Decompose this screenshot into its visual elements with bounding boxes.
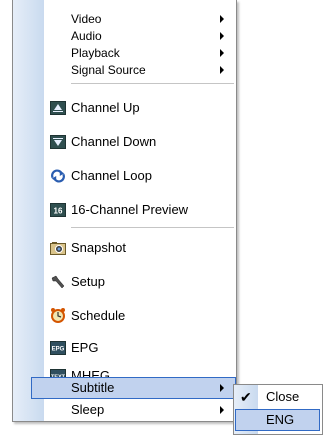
submenu-arrow-icon — [220, 66, 224, 74]
menu-item-signal-source[interactable]: Signal Source — [13, 62, 236, 78]
menu-item-label: Playback — [71, 46, 120, 60]
epg-icon: EPG — [50, 341, 66, 355]
menu-item-label: Schedule — [71, 308, 126, 323]
menu-item-label: Signal Source — [71, 63, 146, 77]
menu-item-channel-down[interactable]: Channel Down — [13, 125, 236, 159]
menu-separator — [71, 83, 234, 85]
menu-item-audio[interactable]: Audio — [13, 28, 236, 44]
menu-item-subtitle[interactable]: Subtitle — [13, 377, 236, 399]
menu-item-label: Sleep — [71, 402, 105, 417]
menu-separator — [71, 227, 234, 229]
submenu-arrow-icon — [220, 15, 224, 23]
sixteen-icon-text: 16 — [54, 207, 63, 216]
submenu-item-label: Close — [266, 389, 300, 404]
submenu-arrow-icon — [220, 384, 224, 392]
menu-item-playback[interactable]: Playback — [13, 45, 236, 61]
subtitle-submenu: ✔ Close ENG — [233, 384, 323, 435]
menu-item-16-channel-preview[interactable]: 16 16-Channel Preview — [13, 193, 236, 227]
menu-item-label: Snapshot — [71, 240, 126, 255]
menu-item-channel-loop[interactable]: Channel Loop — [13, 159, 236, 193]
channel-loop-icon — [50, 169, 66, 183]
channel-up-icon — [50, 101, 66, 115]
menu-item-label: 16-Channel Preview — [71, 202, 189, 217]
wrench-icon — [50, 275, 66, 289]
menu-item-label: EPG — [71, 340, 99, 355]
menu-item-channel-up[interactable]: Channel Up — [13, 91, 236, 125]
camera-icon — [50, 241, 66, 255]
submenu-arrow-icon — [220, 406, 224, 414]
submenu-item-eng[interactable]: ENG — [234, 409, 322, 431]
menu-item-label: Channel Loop — [71, 168, 152, 183]
alarm-clock-icon — [50, 308, 66, 323]
menu-item-label: Audio — [71, 29, 102, 43]
menu-item-label: Setup — [71, 274, 105, 289]
menu-item-label: Channel Up — [71, 100, 140, 115]
submenu-item-close[interactable]: ✔ Close — [234, 386, 322, 408]
menu-item-label: Subtitle — [71, 380, 115, 395]
context-menu: Video Audio Playback Signal Source Chann… — [12, 0, 237, 422]
menu-item-label: Video — [71, 12, 102, 26]
submenu-arrow-icon — [220, 49, 224, 57]
submenu-item-label: ENG — [266, 412, 295, 427]
epg-icon-text: EPG — [52, 347, 65, 353]
menu-item-schedule[interactable]: Schedule — [13, 299, 236, 333]
menu-item-label: Channel Down — [71, 134, 157, 149]
menu-item-setup[interactable]: Setup — [13, 265, 236, 299]
menu-item-epg[interactable]: EPG EPG — [13, 333, 236, 363]
checkmark-icon: ✔ — [240, 389, 252, 405]
menu-item-snapshot[interactable]: Snapshot — [13, 231, 236, 265]
submenu-arrow-icon — [220, 32, 224, 40]
menu-item-video[interactable]: Video — [13, 11, 236, 27]
menu-item-sleep[interactable]: Sleep — [13, 400, 236, 420]
channel-down-icon — [50, 135, 66, 149]
sixteen-channel-icon: 16 — [50, 203, 66, 217]
